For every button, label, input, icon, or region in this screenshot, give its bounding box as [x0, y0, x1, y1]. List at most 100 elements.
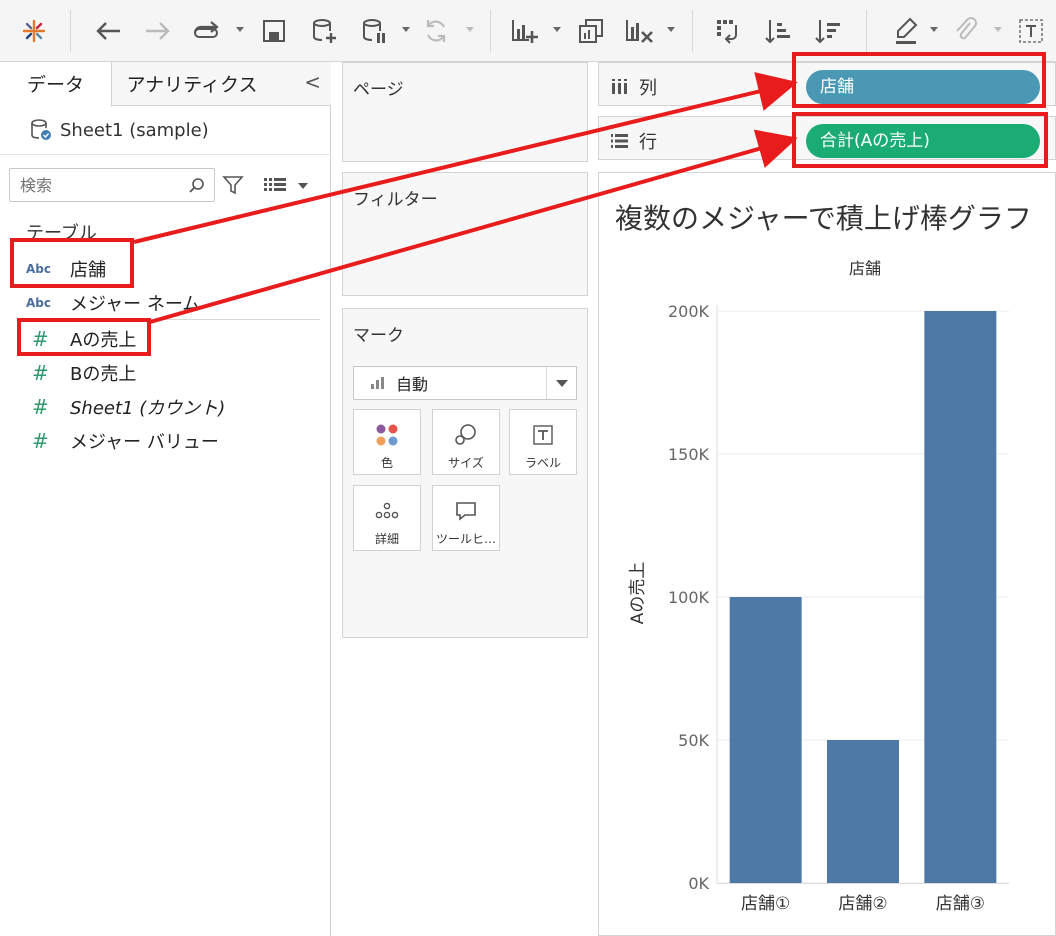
field-sales-b[interactable]: # Bの売上 [26, 358, 136, 388]
columns-shelf-label: 列 [611, 74, 657, 100]
undo-icon[interactable] [92, 14, 124, 48]
tableau-logo-icon[interactable] [18, 14, 50, 48]
pages-title: ページ [353, 80, 404, 100]
datasource-name: Sheet1 (sample) [60, 119, 209, 141]
x-tick-label: 店舗③ [936, 894, 985, 914]
sort-descending-icon[interactable] [812, 14, 844, 48]
string-type-icon: Abc [26, 296, 51, 310]
rows-shelf-label: 行 [611, 128, 657, 154]
bar [827, 740, 899, 883]
bar-chart: 店舗 0K 50K 100K 150K 200K 店舗① 店舗② 店舗③ Aの売上 [628, 259, 1009, 914]
columns-icon [612, 79, 627, 94]
swap-rows-columns-icon[interactable] [712, 14, 744, 48]
number-type-icon: # [32, 395, 49, 419]
tooltip-button[interactable]: ツールヒ… [432, 485, 500, 551]
divider [0, 154, 331, 155]
group-members-icon[interactable] [950, 14, 980, 48]
detail-button[interactable]: 詳細 [353, 485, 421, 551]
toolbar-separator [692, 10, 693, 52]
mark-type-select[interactable]: 自動 [353, 366, 577, 400]
search-box[interactable] [9, 168, 215, 202]
highlight-box-sales-a-field [17, 318, 151, 356]
color-icon [376, 424, 398, 446]
field-record-count[interactable]: # Sheet1 (カウント) [26, 392, 225, 422]
highlight-box-store-field [10, 238, 134, 288]
group-dropdown-icon[interactable] [994, 27, 1002, 32]
search-input[interactable] [10, 169, 170, 201]
y-axis-label: Aの売上 [628, 562, 648, 625]
filter-icon[interactable] [222, 174, 244, 196]
tab-data[interactable]: データ [0, 62, 112, 107]
replay-dropdown-icon[interactable] [236, 27, 244, 32]
refresh-icon[interactable] [420, 14, 452, 48]
search-icon[interactable] [188, 177, 206, 195]
data-pane-tabs: データ アナリティクス < [0, 62, 331, 107]
tab-analytics[interactable]: アナリティクス [112, 62, 272, 106]
highlight-icon[interactable] [892, 14, 922, 48]
detail-icon [375, 502, 399, 519]
visualization: 複数のメジャーで積上げ棒グラフ 店舗 0K 50K 100K 150K 200K 店舗① 店舗… [598, 172, 1056, 936]
bar [924, 311, 997, 883]
new-worksheet-dropdown-icon[interactable] [553, 27, 561, 32]
field-measure-names[interactable]: Abc メジャー ネーム [26, 288, 200, 318]
y-tick-label: 100K [668, 588, 710, 607]
column-header: 店舗 [849, 259, 881, 278]
number-type-icon: # [32, 361, 49, 385]
detail-label: 詳細 [374, 532, 399, 546]
filters-title: フィルター [353, 190, 438, 210]
y-tick-label: 0K [688, 874, 709, 893]
x-tick-label: 店舗① [741, 894, 790, 914]
number-type-icon: # [32, 429, 49, 453]
size-icon [455, 424, 476, 445]
field-measure-values[interactable]: # メジャー バリュー [26, 426, 219, 456]
label-button[interactable]: ラベル [509, 409, 577, 475]
new-worksheet-icon[interactable] [508, 14, 544, 48]
label-icon [533, 425, 553, 445]
replay-icon[interactable] [190, 14, 224, 48]
clear-sheet-dropdown-icon[interactable] [667, 27, 675, 32]
highlight-dropdown-icon[interactable] [930, 27, 938, 32]
tooltip-label: ツールヒ… [435, 532, 496, 546]
view-list-icon[interactable] [264, 176, 288, 194]
marks-title: マーク [353, 326, 404, 346]
pause-updates-icon[interactable] [358, 14, 390, 48]
view-dropdown-icon[interactable] [298, 183, 308, 189]
mark-type-dropdown-icon[interactable] [546, 367, 576, 399]
bar-mark-icon [371, 377, 384, 389]
pages-card[interactable]: ページ [342, 62, 588, 162]
mark-type-label: 自動 [396, 375, 429, 394]
data-pane: データ アナリティクス < Sheet1 (sample) テーブル Abc 店… [0, 62, 331, 936]
highlight-box-rows-pill [792, 112, 1048, 168]
clear-sheet-icon[interactable] [622, 14, 658, 48]
size-button[interactable]: サイズ [432, 409, 500, 475]
refresh-dropdown-icon[interactable] [466, 27, 474, 32]
color-label: 色 [380, 456, 393, 470]
rows-icon [611, 134, 628, 148]
x-tick-label: 店舗② [838, 894, 887, 914]
highlight-box-columns-pill [792, 52, 1046, 108]
collapse-pane-icon[interactable]: < [304, 70, 321, 94]
bar [729, 597, 802, 883]
show-labels-icon[interactable] [1016, 14, 1046, 48]
tooltip-icon [456, 502, 476, 521]
redo-icon[interactable] [142, 14, 174, 48]
field-label: メジャー ネーム [70, 294, 201, 315]
duplicate-sheet-icon[interactable] [574, 14, 608, 48]
pause-dropdown-icon[interactable] [402, 27, 410, 32]
color-button[interactable]: 色 [353, 409, 421, 475]
sort-ascending-icon[interactable] [762, 14, 794, 48]
y-tick-label: 150K [668, 445, 710, 464]
filters-card[interactable]: フィルター [342, 172, 588, 296]
field-label: Bの売上 [70, 364, 137, 385]
field-label: Sheet1 (カウント) [70, 398, 226, 419]
toolbar-separator [70, 10, 71, 52]
toolbar-separator [490, 10, 491, 52]
size-label: サイズ [448, 456, 484, 470]
toolbar-separator [866, 10, 867, 52]
new-datasource-icon[interactable] [308, 14, 340, 48]
marks-card: マーク 自動 色 サイズ ラベル 詳細 ツールヒ… [342, 308, 588, 638]
datasource[interactable]: Sheet1 (sample) [30, 118, 209, 142]
save-icon[interactable] [258, 14, 290, 48]
label-label: ラベル [524, 456, 561, 470]
y-tick-label: 200K [668, 302, 710, 321]
